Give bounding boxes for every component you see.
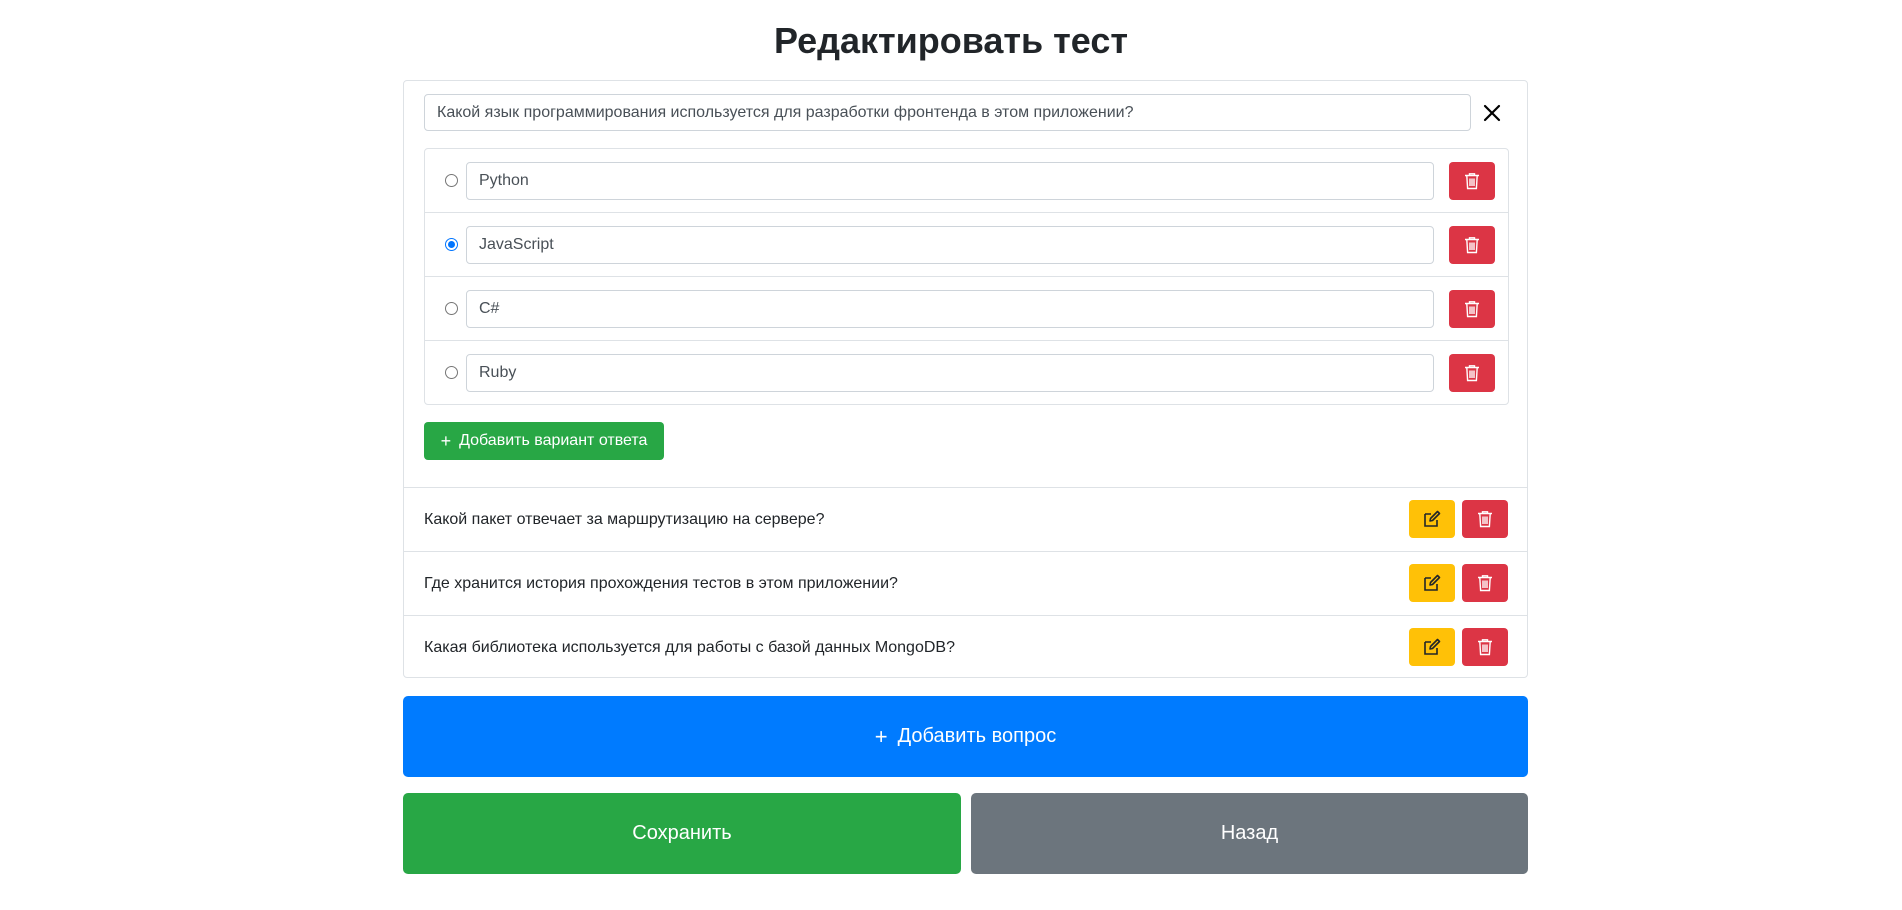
close-icon bbox=[1483, 104, 1501, 121]
plus-icon: + bbox=[440, 430, 452, 451]
back-button[interactable]: Назад bbox=[971, 793, 1528, 874]
delete-question-button[interactable] bbox=[1462, 500, 1508, 538]
answer-radio[interactable] bbox=[445, 302, 458, 315]
trash-icon bbox=[1465, 237, 1479, 254]
delete-answer-button[interactable] bbox=[1449, 354, 1495, 392]
answer-radio-selected[interactable] bbox=[445, 238, 458, 251]
save-button[interactable]: Сохранить bbox=[403, 793, 961, 874]
plus-icon: + bbox=[874, 723, 888, 749]
question-item: Какая библиотека используется для работы… bbox=[404, 615, 1527, 679]
edit-icon bbox=[1424, 510, 1441, 527]
answer-input[interactable]: JavaScript bbox=[466, 226, 1434, 264]
edit-question-button[interactable] bbox=[1409, 500, 1455, 538]
answer-input[interactable]: C# bbox=[466, 290, 1434, 328]
question-text: Где хранится история прохождения тестов … bbox=[424, 575, 898, 592]
answer-radio[interactable] bbox=[445, 366, 458, 379]
trash-icon bbox=[1465, 365, 1479, 382]
question-text: Какая библиотека используется для работы… bbox=[424, 639, 955, 656]
answer-row: Python bbox=[425, 149, 1508, 213]
page-title: Редактировать тест bbox=[773, 20, 1129, 61]
edit-icon bbox=[1424, 638, 1441, 655]
close-question-button[interactable] bbox=[1474, 94, 1510, 131]
answer-row: JavaScript bbox=[425, 213, 1508, 277]
answer-row: C# bbox=[425, 277, 1508, 341]
add-answer-button[interactable]: + Добавить вариант ответа bbox=[424, 422, 664, 460]
delete-question-button[interactable] bbox=[1462, 628, 1508, 666]
delete-question-button[interactable] bbox=[1462, 564, 1508, 602]
question-item: Где хранится история прохождения тестов … bbox=[404, 551, 1527, 615]
trash-icon bbox=[1478, 511, 1492, 528]
answer-input[interactable]: Ruby bbox=[466, 354, 1434, 392]
add-question-button[interactable]: + Добавить вопрос bbox=[403, 696, 1528, 777]
answer-radio[interactable] bbox=[445, 174, 458, 187]
trash-icon bbox=[1478, 639, 1492, 656]
edit-question-button[interactable] bbox=[1409, 628, 1455, 666]
questions-card: Какой язык программирования используется… bbox=[403, 80, 1528, 678]
trash-icon bbox=[1465, 301, 1479, 318]
delete-answer-button[interactable] bbox=[1449, 226, 1495, 264]
answers-list: Python JavaScript C# Ruby bbox=[424, 148, 1509, 405]
add-answer-label: Добавить вариант ответа bbox=[459, 432, 648, 449]
add-question-label: Добавить вопрос bbox=[897, 725, 1057, 747]
trash-icon bbox=[1465, 173, 1479, 190]
delete-answer-button[interactable] bbox=[1449, 162, 1495, 200]
question-text: Какой пакет отвечает за маршрутизацию на… bbox=[424, 511, 825, 528]
question-item: Какой пакет отвечает за маршрутизацию на… bbox=[404, 487, 1527, 551]
trash-icon bbox=[1478, 575, 1492, 592]
edit-icon bbox=[1424, 574, 1441, 591]
answer-input[interactable]: Python bbox=[466, 162, 1434, 200]
delete-answer-button[interactable] bbox=[1449, 290, 1495, 328]
edit-question-button[interactable] bbox=[1409, 564, 1455, 602]
question-text-input[interactable]: Какой язык программирования используется… bbox=[424, 94, 1471, 131]
answer-row: Ruby bbox=[425, 341, 1508, 405]
page: Редактировать тест Какой язык программир… bbox=[0, 0, 1902, 910]
